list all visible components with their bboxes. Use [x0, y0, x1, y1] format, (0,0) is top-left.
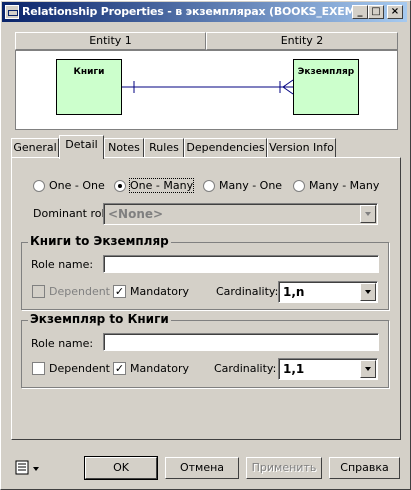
- group2-dependent-checkbox[interactable]: [32, 362, 45, 375]
- radio-one-many[interactable]: [114, 180, 126, 192]
- relationship-icon: [5, 5, 19, 19]
- group2-cardinality-select[interactable]: 1,1: [278, 358, 378, 380]
- group2-mandatory-label: Mandatory: [130, 362, 190, 375]
- maximize-button[interactable]: □: [368, 5, 384, 19]
- group2-mandatory-checkbox[interactable]: ✓: [113, 362, 126, 375]
- close-button[interactable]: ×: [387, 5, 403, 19]
- label-many-many: Many - Many: [309, 179, 380, 192]
- label-one-many: One - Many: [128, 178, 195, 193]
- group2-cardinality-label: Cardinality:: [214, 362, 277, 375]
- tab-dependencies[interactable]: Dependencies: [184, 138, 267, 158]
- group1-mandatory-label: Mandatory: [130, 285, 190, 298]
- dominant-role-value: <None>: [108, 207, 164, 221]
- apply-button[interactable]: Применить: [246, 457, 322, 479]
- title-bar[interactable]: Relationship Properties - в экземплярах …: [2, 2, 407, 22]
- window-title: Relationship Properties - в экземплярах …: [22, 5, 375, 18]
- group1-dependent-checkbox[interactable]: [32, 285, 45, 298]
- group1-mandatory-checkbox[interactable]: ✓: [113, 285, 126, 298]
- group1-cardinality-label: Cardinality:: [216, 285, 279, 298]
- group2-dependent-label: Dependent: [49, 362, 110, 375]
- entity1-header: Entity 1: [15, 32, 206, 50]
- group2-role-label: Role name:: [31, 337, 94, 350]
- chevron-down-icon[interactable]: [360, 360, 376, 378]
- dominant-role-select[interactable]: <None>: [103, 203, 378, 225]
- radio-many-many[interactable]: [293, 180, 305, 192]
- group1-cardinality-select[interactable]: 1,n: [278, 281, 378, 303]
- tab-rules[interactable]: Rules: [144, 138, 184, 158]
- cancel-button[interactable]: Отмена: [165, 457, 239, 479]
- chevron-down-icon[interactable]: [360, 283, 376, 301]
- group2-role-input[interactable]: [103, 333, 379, 351]
- group1-title: Книги to Экземпляр: [28, 234, 171, 248]
- group1-cardinality-value: 1,n: [283, 285, 305, 299]
- tab-general[interactable]: General: [11, 138, 59, 158]
- radio-many-one[interactable]: [203, 180, 215, 192]
- group1-role-input[interactable]: [103, 255, 379, 273]
- group2-title: Экземпляр to Книги: [28, 312, 171, 326]
- group1-role-label: Role name:: [31, 258, 94, 271]
- tab-detail[interactable]: Detail: [59, 135, 104, 159]
- group1-dependent-label: Dependent: [49, 285, 110, 298]
- label-many-one: Many - One: [219, 179, 283, 192]
- radio-one-one[interactable]: [33, 180, 45, 192]
- ok-button[interactable]: OK: [84, 456, 158, 480]
- minimize-button[interactable]: _: [352, 5, 368, 19]
- group2-cardinality-value: 1,1: [283, 362, 305, 376]
- tab-version-info[interactable]: Version Info: [267, 138, 336, 158]
- label-one-one: One - One: [49, 179, 105, 192]
- chevron-down-icon[interactable]: [360, 205, 376, 223]
- relationship-line: [122, 79, 294, 95]
- tab-notes[interactable]: Notes: [104, 138, 144, 158]
- entity2-header: Entity 2: [206, 32, 398, 50]
- list-menu-icon[interactable]: [15, 460, 43, 476]
- help-button[interactable]: Справка: [329, 457, 400, 479]
- relationship-diagram: Книги Экземпляр: [15, 50, 398, 130]
